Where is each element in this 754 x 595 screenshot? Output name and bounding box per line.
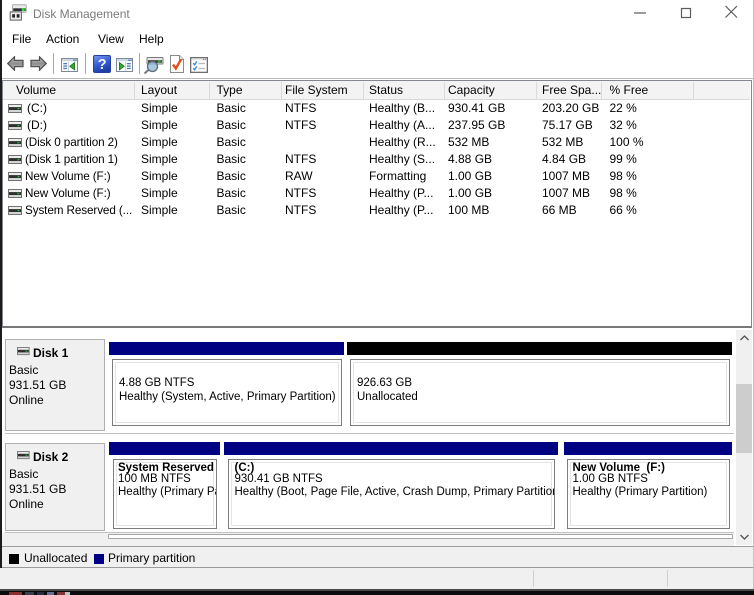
svg-text:?: ? xyxy=(98,57,107,73)
